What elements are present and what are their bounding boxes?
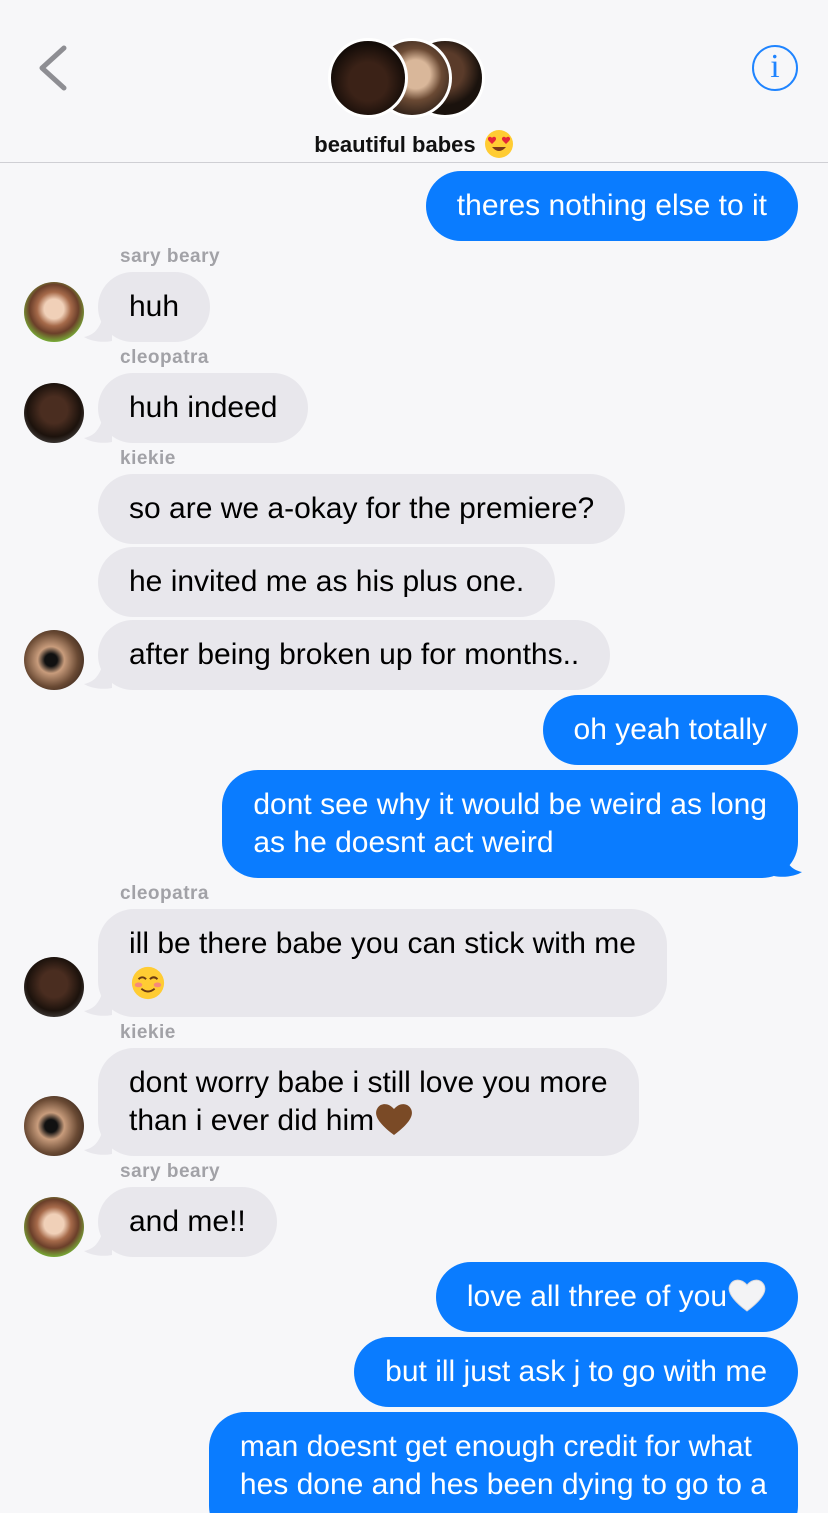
received-message[interactable]: huh indeed (98, 373, 309, 443)
avatar[interactable] (24, 630, 84, 690)
message-text-line: man doesnt get enough credit for what (239, 1430, 752, 1463)
message-text: and me!! (129, 1205, 246, 1238)
brown-heart-emoji-icon (376, 1104, 413, 1136)
received-message[interactable]: and me!! (98, 1187, 277, 1257)
info-glyph: i (770, 48, 780, 85)
message-text-line: as he doesnt act weird (253, 826, 554, 859)
sender-name: sary beary (120, 246, 221, 267)
message-text: huh (129, 290, 180, 323)
sender-name: sary beary (120, 1161, 221, 1182)
sender-name: cleopatra (120, 347, 209, 368)
sent-message[interactable]: oh yeah totally (542, 695, 798, 765)
sender-name: kiekie (120, 1022, 176, 1043)
sent-message[interactable]: but ill just ask j to go with me (354, 1337, 798, 1407)
info-icon[interactable]: i (752, 45, 798, 91)
avatar[interactable] (24, 1096, 84, 1156)
message-text-line: dont worry babe i still love you more (129, 1066, 608, 1099)
avatar[interactable] (24, 383, 84, 443)
message-text: huh indeed (129, 391, 278, 424)
message-text: so are we a-okay for the premiere? (129, 492, 595, 525)
white-heart-emoji-icon (728, 1279, 766, 1312)
message-emoji-line (129, 963, 636, 1001)
avatar[interactable] (24, 282, 84, 342)
message-text: after being broken up for months.. (129, 638, 580, 671)
message-text-line: than i ever did him (129, 1104, 375, 1137)
sent-message[interactable]: man doesnt get enough credit for what he… (208, 1412, 798, 1513)
heart-eyes-emoji-icon (484, 130, 513, 159)
message-text: love all three of you (466, 1280, 727, 1313)
group-title-text: beautiful babes (314, 132, 476, 157)
received-message[interactable]: huh (98, 272, 211, 342)
message-text-line: hes done and hes been dying to go to a (239, 1468, 767, 1501)
received-message[interactable]: he invited me as his plus one. (98, 547, 556, 617)
avatar[interactable] (24, 1197, 84, 1257)
received-message[interactable]: so are we a-okay for the premiere? (98, 474, 626, 544)
message-text-line: dont see why it would be weird as long (253, 788, 767, 821)
bubble-tail (774, 848, 802, 877)
group-avatar[interactable] (328, 38, 408, 118)
received-message[interactable]: ill be there babe you can stick with me (98, 909, 667, 1017)
message-text: but ill just ask j to go with me (385, 1355, 767, 1388)
sent-message[interactable]: theres nothing else to it (425, 171, 798, 241)
message-text-line: ill be there babe you can stick with me (129, 927, 636, 960)
received-message[interactable]: dont worry babe i still love you more th… (98, 1048, 639, 1156)
conversation-header: beautiful babes i (0, 0, 828, 163)
sender-name: cleopatra (120, 883, 209, 904)
message-text: oh yeah totally (573, 713, 767, 746)
message-text: he invited me as his plus one. (129, 565, 525, 598)
avatar[interactable] (24, 957, 84, 1017)
group-title[interactable]: beautiful babes (0, 130, 828, 159)
received-message[interactable]: after being broken up for months.. (98, 620, 611, 690)
header-divider (0, 162, 828, 163)
sender-name: kiekie (120, 448, 176, 469)
sent-message[interactable]: love all three of you (435, 1262, 798, 1332)
message-text: theres nothing else to it (456, 189, 767, 222)
sent-message[interactable]: dont see why it would be weird as long a… (222, 770, 798, 878)
smiling-blush-emoji-icon (131, 966, 165, 1000)
chevron-left-icon[interactable] (30, 40, 74, 96)
